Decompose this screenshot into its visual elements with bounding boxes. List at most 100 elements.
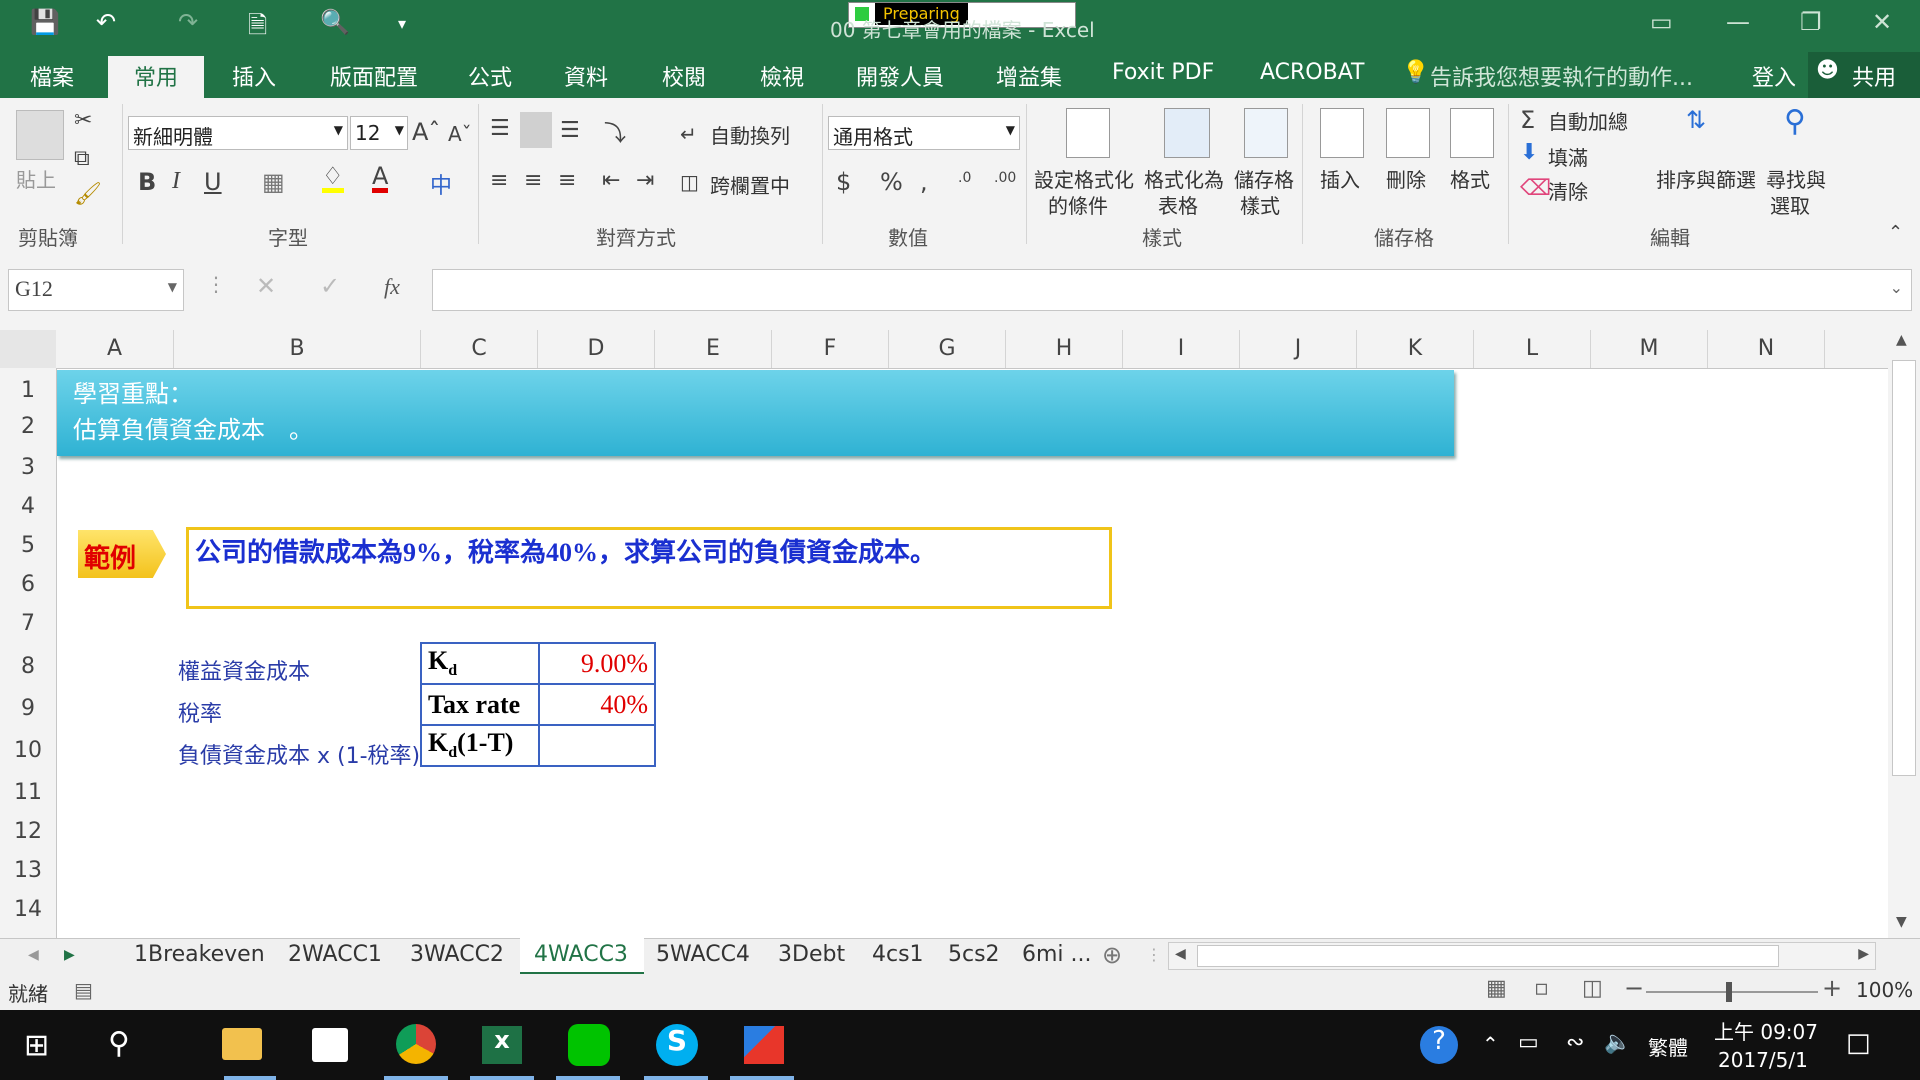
- copy-icon[interactable]: ⧉: [74, 146, 90, 171]
- hscroll-thumb[interactable]: [1197, 945, 1779, 967]
- tab-file[interactable]: 檔案: [30, 60, 74, 92]
- comma-icon[interactable]: ,: [920, 168, 928, 196]
- excel-icon[interactable]: x: [482, 1026, 522, 1064]
- tell-me-input[interactable]: 告訴我您想要執行的動作...: [1430, 60, 1693, 92]
- orientation-icon[interactable]: ⤵: [604, 116, 626, 148]
- tab-review[interactable]: 校閱: [662, 60, 706, 92]
- restore-icon[interactable]: ❐: [1800, 8, 1822, 36]
- clock-date[interactable]: 2017/5/1: [1718, 1048, 1808, 1072]
- zoom-level[interactable]: 100%: [1856, 978, 1913, 1002]
- zoom-in-icon[interactable]: +: [1822, 974, 1842, 1002]
- sort-filter-button[interactable]: 排序與篩選: [1656, 164, 1756, 193]
- tab-insert[interactable]: 插入: [232, 60, 276, 92]
- insert-function-icon[interactable]: fx: [384, 274, 400, 300]
- macro-record-icon[interactable]: ▤: [74, 978, 93, 1002]
- sheet-tab[interactable]: 5cs2: [948, 938, 1000, 972]
- column-header-d[interactable]: D: [538, 330, 655, 368]
- row-header[interactable]: 7: [0, 611, 56, 636]
- notifications-icon[interactable]: □: [1846, 1028, 1871, 1058]
- column-header-g[interactable]: G: [889, 330, 1006, 368]
- column-header-k[interactable]: K: [1357, 330, 1474, 368]
- wrap-text-button[interactable]: 自動換列: [710, 120, 790, 149]
- tab-addins[interactable]: 增益集: [996, 60, 1062, 92]
- row-header[interactable]: 14: [0, 897, 56, 922]
- cell-c8[interactable]: Kd: [420, 642, 540, 685]
- align-right-icon[interactable]: ≡: [558, 168, 576, 193]
- zoom-slider[interactable]: [1646, 991, 1818, 993]
- sheet-tab[interactable]: 5WACC4: [656, 938, 750, 972]
- column-header-a[interactable]: A: [56, 330, 174, 368]
- column-header-b[interactable]: B: [174, 330, 421, 368]
- cell-styles-icon[interactable]: [1244, 108, 1288, 158]
- sheet-tab[interactable]: 3WACC2: [410, 938, 504, 972]
- cell-styles-line1[interactable]: 儲存格: [1234, 164, 1294, 193]
- row-header[interactable]: 12: [0, 819, 56, 844]
- underline-icon[interactable]: U: [204, 168, 222, 196]
- align-middle-icon[interactable]: [520, 112, 552, 148]
- scroll-thumb[interactable]: [1892, 360, 1916, 776]
- formula-input[interactable]: ⌄: [432, 269, 1912, 311]
- format-as-table-icon[interactable]: [1164, 108, 1210, 158]
- file-explorer-icon[interactable]: [222, 1028, 262, 1060]
- column-header-f[interactable]: F: [772, 330, 889, 368]
- row-header[interactable]: 11: [0, 780, 56, 805]
- tab-home[interactable]: 常用: [108, 60, 204, 92]
- collapse-ribbon-icon[interactable]: ⌃: [1888, 222, 1903, 243]
- confirm-entry-icon[interactable]: ✓: [320, 272, 340, 300]
- ime-indicator[interactable]: 繁體: [1648, 1032, 1688, 1061]
- store-icon[interactable]: [312, 1028, 348, 1062]
- font-name-select[interactable]: 新細明體 ▼: [128, 116, 348, 150]
- row-header[interactable]: 3: [0, 455, 56, 480]
- battery-icon[interactable]: ▭: [1518, 1030, 1539, 1055]
- decrease-indent-icon[interactable]: ⇤: [602, 168, 620, 193]
- column-header-l[interactable]: L: [1474, 330, 1591, 368]
- tab-data[interactable]: 資料: [564, 60, 608, 92]
- paste-icon[interactable]: [16, 110, 64, 160]
- column-header-i[interactable]: I: [1123, 330, 1240, 368]
- increase-decimal-icon[interactable]: .0: [958, 170, 971, 186]
- show-hidden-icons[interactable]: ⌃: [1482, 1032, 1499, 1056]
- tab-formulas[interactable]: 公式: [468, 60, 512, 92]
- fill-color-icon[interactable]: ♢: [322, 164, 344, 193]
- column-header-e[interactable]: E: [655, 330, 772, 368]
- find-select-line1[interactable]: 尋找與: [1766, 164, 1826, 193]
- name-box[interactable]: G12 ▼: [8, 269, 184, 311]
- scroll-left-icon[interactable]: ◀: [1175, 946, 1186, 962]
- more-options-icon[interactable]: ⋮: [206, 272, 226, 296]
- merge-center-button[interactable]: 跨欄置中: [710, 170, 790, 199]
- cancel-entry-icon[interactable]: ✕: [256, 272, 276, 300]
- zoom-out-icon[interactable]: −: [1624, 974, 1644, 1002]
- eraser-icon[interactable]: ⌫: [1520, 176, 1551, 201]
- new-file-icon[interactable]: 🗎: [248, 8, 267, 49]
- conditional-format-line2[interactable]: 的條件: [1048, 190, 1108, 219]
- insert-cells-button[interactable]: 插入: [1320, 164, 1360, 193]
- delete-cells-button[interactable]: 刪除: [1386, 164, 1426, 193]
- column-header-n[interactable]: N: [1708, 330, 1825, 368]
- print-preview-icon[interactable]: 🔍: [320, 8, 350, 36]
- wrap-text-icon[interactable]: ↵: [680, 122, 697, 146]
- cut-icon[interactable]: ✂: [74, 108, 92, 133]
- insert-cells-icon[interactable]: [1320, 108, 1364, 158]
- row-header[interactable]: 4: [0, 494, 56, 519]
- select-all-button[interactable]: [0, 330, 56, 368]
- number-format-select[interactable]: 通用格式 ▼: [828, 116, 1020, 150]
- find-select-line2[interactable]: 選取: [1770, 190, 1810, 219]
- sheet-tab[interactable]: 2WACC1: [288, 938, 382, 972]
- fill-button[interactable]: 填滿: [1548, 142, 1588, 171]
- scroll-down-icon[interactable]: ▼: [1896, 914, 1907, 930]
- cell-d8[interactable]: 9.00%: [538, 642, 656, 685]
- horizontal-scrollbar[interactable]: ◀ ▶: [1168, 942, 1876, 970]
- conditional-format-icon[interactable]: [1066, 108, 1110, 158]
- sign-in-link[interactable]: 登入: [1752, 60, 1796, 92]
- percent-icon[interactable]: %: [880, 168, 903, 196]
- close-icon[interactable]: ✕: [1872, 8, 1892, 36]
- undo-icon[interactable]: ↶: [96, 8, 116, 36]
- windows-start-icon[interactable]: ⊞: [24, 1028, 49, 1063]
- prev-sheet-icon[interactable]: ◀: [28, 938, 39, 972]
- minimize-icon[interactable]: —: [1726, 8, 1750, 36]
- sheet-tab[interactable]: 1Breakeven: [134, 938, 265, 972]
- row-header[interactable]: 9: [0, 696, 56, 721]
- cell-styles-line2[interactable]: 樣式: [1240, 190, 1280, 219]
- format-painter-icon[interactable]: 🖌: [74, 182, 102, 207]
- cell-d10[interactable]: [538, 724, 656, 767]
